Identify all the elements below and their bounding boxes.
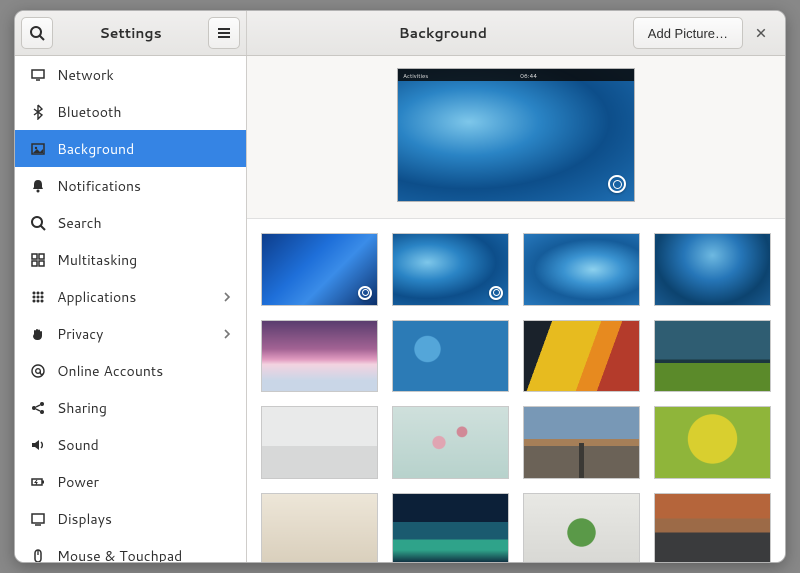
sidebar-item-network[interactable]: Network xyxy=(15,56,246,93)
sidebar-item-sharing[interactable]: Sharing xyxy=(15,389,246,426)
preview-area: Activities 06:44 xyxy=(247,56,785,218)
bell-icon xyxy=(29,178,47,194)
dynamic-wallpaper-badge-icon xyxy=(358,286,372,300)
sidebar-item-notifications[interactable]: Notifications xyxy=(15,167,246,204)
image-icon xyxy=(29,141,47,157)
sidebar-item-label: Background xyxy=(57,139,232,159)
sidebar-item-privacy[interactable]: Privacy xyxy=(15,315,246,352)
wallpaper-thumb-marble1[interactable] xyxy=(392,233,509,306)
wallpaper-thumb-road[interactable] xyxy=(523,406,640,479)
sidebar-item-sound[interactable]: Sound xyxy=(15,426,246,463)
wallpaper-thumb-plant[interactable] xyxy=(523,493,640,562)
wallpaper-thumb-marble2[interactable] xyxy=(523,233,640,306)
wallpaper-thumb-marble3[interactable] xyxy=(654,233,771,306)
sidebar-item-bluetooth[interactable]: Bluetooth xyxy=(15,93,246,130)
wallpaper-thumb-morning[interactable] xyxy=(654,493,771,562)
monitor-icon xyxy=(29,67,47,83)
sidebar-item-label: Sound xyxy=(57,435,232,455)
add-picture-button[interactable]: Add Picture… xyxy=(633,17,743,49)
sidebar-item-background[interactable]: Background xyxy=(15,130,246,167)
dynamic-wallpaper-badge-icon xyxy=(608,175,626,193)
sidebar-item-label: Multitasking xyxy=(57,250,232,270)
preview-topbar-left: Activities xyxy=(403,71,428,80)
preview-topbar-center: 06:44 xyxy=(520,71,537,80)
speaker-icon xyxy=(29,437,47,453)
wallpaper-thumb-blossom[interactable] xyxy=(392,406,509,479)
headerbar-left: Settings xyxy=(15,11,247,55)
preview-topbar: Activities 06:44 xyxy=(398,69,634,81)
settings-window: Settings Background Add Picture… Network… xyxy=(14,10,786,563)
search-icon xyxy=(29,215,47,231)
bluetooth-icon xyxy=(29,104,47,120)
wallpaper-thumb-bluefacets[interactable] xyxy=(261,233,378,306)
close-button[interactable] xyxy=(743,11,779,55)
wallpaper-thumb-frog[interactable] xyxy=(654,406,771,479)
apps-icon xyxy=(29,289,47,305)
wallpaper-grid-area xyxy=(247,218,785,562)
dynamic-wallpaper-badge-icon xyxy=(489,286,503,300)
wallpaper-thumb-pinksky[interactable] xyxy=(261,320,378,393)
content-area: Activities 06:44 xyxy=(247,56,785,562)
sidebar-item-label: Network xyxy=(57,65,232,85)
search-icon xyxy=(29,25,45,41)
sidebar-item-displays[interactable]: Displays xyxy=(15,500,246,537)
wallpaper-thumb-sand[interactable] xyxy=(261,493,378,562)
sidebar-item-label: Displays xyxy=(57,509,232,529)
sidebar-item-label: Applications xyxy=(57,287,212,307)
at-icon xyxy=(29,363,47,379)
search-button[interactable] xyxy=(21,17,53,49)
page-title: Background xyxy=(253,23,633,43)
app-title: Settings xyxy=(53,23,208,43)
battery-icon xyxy=(29,474,47,490)
sidebar-item-label: Search xyxy=(57,213,232,233)
chevron-right-icon xyxy=(222,292,232,302)
wallpaper-thumb-cookies[interactable] xyxy=(392,320,509,393)
sidebar-item-label: Sharing xyxy=(57,398,232,418)
sidebar-item-online[interactable]: Online Accounts xyxy=(15,352,246,389)
sidebar[interactable]: Network Bluetooth Background Notifications S… xyxy=(15,56,247,562)
wallpaper-grid xyxy=(261,233,771,562)
sidebar-item-power[interactable]: Power xyxy=(15,463,246,500)
grid-icon xyxy=(29,252,47,268)
sidebar-item-label: Bluetooth xyxy=(57,102,232,122)
mouse-icon xyxy=(29,548,47,563)
sidebar-item-label: Mouse & Touchpad xyxy=(57,546,232,563)
menu-button[interactable] xyxy=(208,17,240,49)
headerbar-right: Background Add Picture… xyxy=(247,11,785,55)
wallpaper-thumb-yellow[interactable] xyxy=(523,320,640,393)
wallpaper-thumb-field[interactable] xyxy=(654,320,771,393)
wallpaper-thumb-aurora[interactable] xyxy=(392,493,509,562)
hamburger-icon xyxy=(216,25,232,41)
headerbar: Settings Background Add Picture… xyxy=(15,11,785,56)
sidebar-item-label: Online Accounts xyxy=(57,361,232,381)
sidebar-item-mouse[interactable]: Mouse & Touchpad xyxy=(15,537,246,562)
share-icon xyxy=(29,400,47,416)
hand-icon xyxy=(29,326,47,342)
sidebar-item-search[interactable]: Search xyxy=(15,204,246,241)
chevron-right-icon xyxy=(222,329,232,339)
wallpaper-thumb-dock[interactable] xyxy=(261,406,378,479)
sidebar-item-label: Power xyxy=(57,472,232,492)
body: Network Bluetooth Background Notifications S… xyxy=(15,56,785,562)
display-icon xyxy=(29,511,47,527)
current-background-preview[interactable]: Activities 06:44 xyxy=(397,68,635,202)
sidebar-item-applications[interactable]: Applications xyxy=(15,278,246,315)
sidebar-item-multitasking[interactable]: Multitasking xyxy=(15,241,246,278)
close-icon xyxy=(755,27,767,39)
sidebar-item-label: Notifications xyxy=(57,176,232,196)
sidebar-item-label: Privacy xyxy=(57,324,212,344)
